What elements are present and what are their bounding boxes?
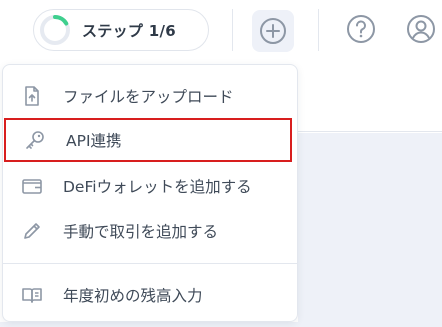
content-header-area <box>298 62 442 132</box>
menu-item-opening-balance[interactable]: 年度初めの残高入力 <box>3 274 297 316</box>
menu-item-label: ファイルをアップロード <box>63 88 234 106</box>
menu-divider <box>3 263 297 264</box>
add-button[interactable] <box>252 10 294 52</box>
menu-item-label: DeFiウォレットを追加する <box>63 178 252 196</box>
step-label: ステップ 1/6 <box>82 21 176 40</box>
menu-item-label: 年度初めの残高入力 <box>63 287 203 305</box>
book-icon <box>22 288 42 303</box>
menu-item-api-integration[interactable]: API連携 <box>4 118 292 162</box>
menu-item-label: API連携 <box>66 132 122 150</box>
user-circle-icon[interactable] <box>404 12 438 46</box>
plus-circle-icon <box>260 18 286 44</box>
upload-file-icon <box>25 86 39 106</box>
step-progress-pill[interactable]: ステップ 1/6 <box>33 9 209 51</box>
progress-ring-icon <box>40 15 70 45</box>
key-icon <box>26 131 44 149</box>
content-area <box>298 133 442 327</box>
help-circle-icon[interactable] <box>344 12 378 46</box>
add-menu-dropdown: ファイルをアップロード API連携 DeFiウォレットを追加する 手動で取引を追… <box>2 64 298 322</box>
content-area-bottom <box>0 322 442 327</box>
menu-item-add-defi-wallet[interactable]: DeFiウォレットを追加する <box>3 165 297 207</box>
wallet-icon <box>22 179 42 194</box>
menu-item-upload-file[interactable]: ファイルをアップロード <box>3 75 297 117</box>
header-divider-2 <box>318 9 319 51</box>
menu-item-add-manual-transaction[interactable]: 手動で取引を追加する <box>3 210 297 252</box>
pencil-icon <box>24 223 40 239</box>
menu-item-label: 手動で取引を追加する <box>63 223 219 241</box>
header-divider <box>232 9 233 51</box>
